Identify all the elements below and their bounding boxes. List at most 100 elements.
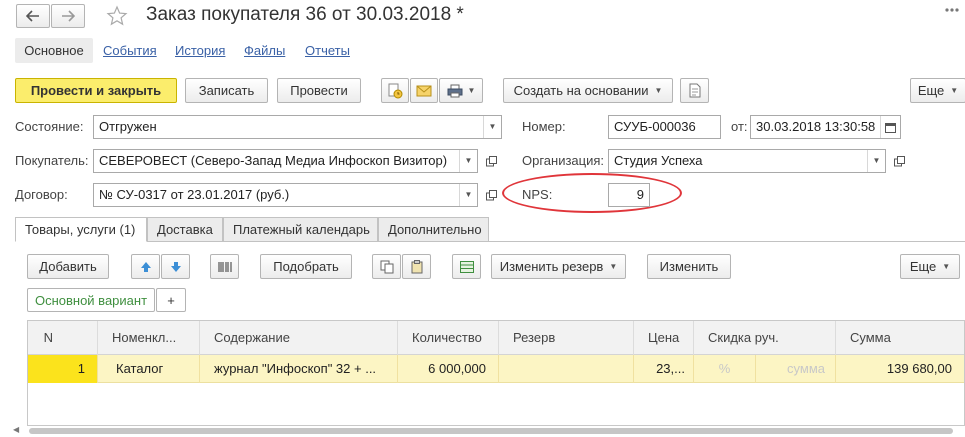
contract-label: Договор: (15, 187, 68, 202)
cell-content[interactable]: журнал "Инфоскоп" 32 + ... (200, 355, 398, 383)
table-row[interactable]: 1 Каталог журнал "Инфоскоп" 32 + ... 6 0… (28, 355, 964, 383)
arrow-right-icon (62, 10, 75, 22)
more-label: Еще (917, 83, 945, 98)
paste-icon (411, 259, 422, 273)
chevron-down-icon[interactable]: ▼ (459, 150, 477, 172)
cell-sum[interactable]: 139 680,00 (836, 355, 964, 383)
nps-field[interactable]: 9 (608, 183, 650, 207)
change-reserve-button[interactable]: Изменить резерв ▼ (491, 254, 626, 279)
cell-price[interactable]: 23,... (634, 355, 694, 383)
nav-link-files[interactable]: Файлы (244, 43, 285, 58)
organization-field[interactable]: Студия Успеха ▼ (608, 149, 886, 173)
state-label: Состояние: (15, 119, 84, 134)
nps-label: NPS: (522, 187, 553, 202)
cell-quantity[interactable]: 6 000,000 (398, 355, 499, 383)
create-based-on-label: Создать на основании (513, 83, 649, 98)
open-contract-icon[interactable] (481, 183, 501, 207)
date-field[interactable]: 30.03.2018 13:30:58 (750, 115, 901, 139)
chevron-down-icon[interactable]: ▼ (867, 150, 885, 172)
move-down-button[interactable] (161, 254, 190, 279)
tab-payment-calendar[interactable]: Платежный календарь (223, 217, 378, 242)
nav-main-label: Основное (24, 43, 84, 58)
nav-link-events[interactable]: События (103, 43, 157, 58)
column-header-reserve[interactable]: Резерв (499, 321, 634, 355)
scrollbar-thumb[interactable] (29, 428, 953, 434)
change-button[interactable]: Изменить (647, 254, 731, 279)
page-title: Заказ покупателя 36 от 30.03.2018 * (146, 4, 464, 25)
tab-additional[interactable]: Дополнительно (378, 217, 489, 242)
nav-main-tab[interactable]: Основное (15, 38, 93, 63)
add-button[interactable]: Добавить (27, 254, 109, 279)
create-report-button[interactable] (381, 78, 409, 103)
favorite-star-icon[interactable] (106, 5, 128, 27)
more-options-icon[interactable] (944, 2, 960, 18)
add-variant-button[interactable]: + (156, 288, 186, 312)
main-variant-tab[interactable]: Основной вариант (27, 288, 155, 312)
more-button[interactable]: Еще ▼ (910, 78, 965, 103)
cell-discount-percent[interactable]: % (694, 355, 756, 383)
calendar-icon[interactable] (880, 116, 900, 138)
organization-value: Студия Успеха (614, 153, 703, 168)
tab-delivery[interactable]: Доставка (147, 217, 223, 242)
arrow-left-icon (26, 10, 39, 22)
column-header-discount[interactable]: Скидка руч. (694, 321, 836, 355)
envelope-icon (416, 85, 432, 96)
scan-barcode-button[interactable] (210, 254, 239, 279)
chevron-down-icon: ▼ (942, 262, 951, 271)
cell-discount-sum[interactable]: сумма (756, 355, 836, 383)
open-buyer-icon[interactable] (481, 149, 501, 173)
forward-button[interactable] (51, 4, 85, 28)
move-up-button[interactable] (131, 254, 160, 279)
scroll-left-icon[interactable]: ◀ (13, 425, 19, 434)
nav-link-history[interactable]: История (175, 43, 225, 58)
contract-value: № СУ-0317 от 23.01.2017 (руб.) (99, 187, 290, 202)
contract-field[interactable]: № СУ-0317 от 23.01.2017 (руб.) ▼ (93, 183, 478, 207)
cell-reserve[interactable] (499, 355, 634, 383)
horizontal-scrollbar[interactable]: ◀ (13, 425, 965, 437)
column-header-content[interactable]: Содержание (200, 321, 398, 355)
number-field[interactable]: СУУБ-000036 (608, 115, 721, 139)
goods-more-label: Еще (909, 259, 937, 274)
copy-rows-button[interactable] (372, 254, 401, 279)
print-button[interactable]: ▼ (439, 78, 483, 103)
buyer-label: Покупатель: (15, 153, 89, 168)
organization-label: Организация: (522, 153, 605, 168)
post-and-close-button[interactable]: Провести и закрыть (15, 78, 177, 103)
goods-more-button[interactable]: Еще ▼ (900, 254, 960, 279)
post-button[interactable]: Провести (277, 78, 361, 103)
create-based-on-button[interactable]: Создать на основании ▼ (503, 78, 673, 103)
nav-link-reports[interactable]: Отчеты (305, 43, 350, 58)
paste-rows-button[interactable] (402, 254, 431, 279)
chevron-down-icon: ▼ (609, 262, 618, 271)
pick-button[interactable]: Подобрать (260, 254, 352, 279)
back-button[interactable] (16, 4, 50, 28)
column-header-n[interactable]: N (28, 321, 98, 355)
state-select[interactable]: Отгружен ▼ (93, 115, 502, 139)
reserve-table-button[interactable] (452, 254, 481, 279)
nps-value: 9 (636, 187, 644, 202)
chevron-down-icon: ▼ (654, 86, 663, 95)
arrow-up-icon (140, 261, 151, 272)
buyer-field[interactable]: СЕВЕРОВЕСТ (Северо-Запад Медиа Инфоскоп … (93, 149, 478, 173)
date-label: от: (731, 119, 748, 134)
chevron-down-icon[interactable]: ▼ (483, 116, 501, 138)
column-header-sum[interactable]: Сумма (836, 321, 964, 355)
number-value: СУУБ-000036 (614, 119, 696, 134)
table-header: N Номенкл... Содержание Количество Резер… (28, 321, 964, 355)
column-header-item[interactable]: Номенкл... (98, 321, 200, 355)
chevron-down-icon[interactable]: ▼ (459, 184, 477, 206)
document-clock-icon (388, 83, 403, 98)
number-label: Номер: (522, 119, 566, 134)
arrow-down-icon (170, 261, 181, 272)
column-header-quantity[interactable]: Количество (398, 321, 499, 355)
document-icon (689, 83, 700, 98)
chevron-down-icon: ▼ (950, 86, 959, 95)
send-email-button[interactable] (410, 78, 438, 103)
cell-item[interactable]: Каталог (98, 355, 200, 383)
open-organization-icon[interactable] (889, 149, 909, 173)
save-button[interactable]: Записать (185, 78, 268, 103)
structure-button[interactable] (680, 78, 709, 103)
column-header-price[interactable]: Цена (634, 321, 694, 355)
copy-icon (380, 260, 393, 273)
tab-goods[interactable]: Товары, услуги (1) (15, 217, 147, 242)
